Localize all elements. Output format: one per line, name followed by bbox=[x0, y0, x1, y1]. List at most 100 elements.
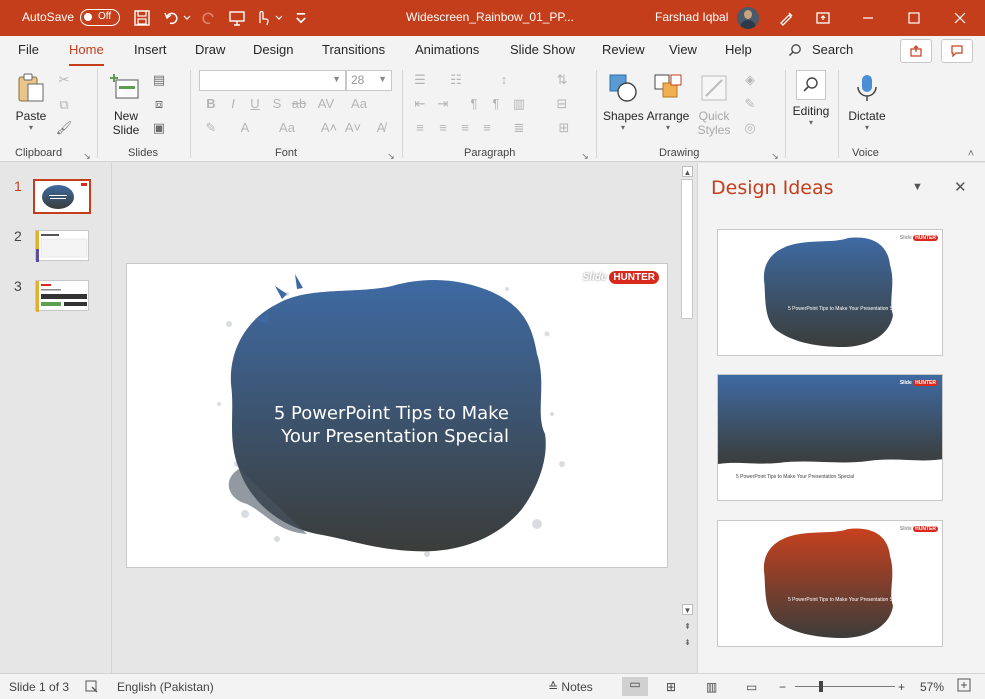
tab-draw[interactable]: Draw bbox=[195, 42, 225, 57]
shapes-button[interactable]: Shapes ▾ bbox=[603, 72, 644, 132]
rtl-icon[interactable]: ¶ bbox=[465, 96, 483, 112]
undo-icon[interactable] bbox=[162, 8, 182, 28]
save-icon[interactable] bbox=[132, 8, 152, 28]
next-slide-icon[interactable]: ⇟ bbox=[682, 637, 693, 648]
pane-options-icon[interactable]: ▼ bbox=[912, 181, 923, 193]
font-size-dropdown[interactable]: 28 ▼ bbox=[346, 70, 392, 91]
language-indicator[interactable]: English (Pakistan) bbox=[117, 680, 214, 694]
align-text-icon[interactable]: ⊟ bbox=[553, 96, 571, 112]
tab-home[interactable]: Home bbox=[69, 42, 104, 67]
decrease-font-icon[interactable]: A˅ bbox=[344, 120, 362, 136]
editing-button[interactable]: Editing ▾ bbox=[790, 70, 832, 127]
notes-button[interactable]: ≙ Notes bbox=[548, 680, 593, 694]
ltr-icon[interactable]: ¶ bbox=[487, 96, 505, 112]
zoom-in-icon[interactable]: + bbox=[898, 680, 905, 694]
touch-mode-icon[interactable] bbox=[252, 8, 272, 28]
increase-indent-icon[interactable]: ⇥ bbox=[434, 96, 452, 112]
shape-outline-icon[interactable]: ✎ bbox=[741, 96, 759, 112]
previous-slide-icon[interactable]: ⇞ bbox=[682, 621, 693, 632]
section-icon[interactable]: ▣ bbox=[150, 120, 168, 136]
zoom-out-icon[interactable]: − bbox=[779, 680, 786, 694]
tab-design[interactable]: Design bbox=[253, 42, 293, 57]
touch-dropdown-icon[interactable] bbox=[274, 8, 284, 28]
slide-scrollbar[interactable]: ▲ ▼ ⇞ ⇟ bbox=[679, 163, 696, 673]
arrange-button[interactable]: Arrange ▾ bbox=[646, 72, 690, 132]
change-case-icon[interactable]: Aa bbox=[274, 120, 300, 136]
new-slide-button[interactable]: New Slide bbox=[106, 72, 146, 137]
share-button[interactable] bbox=[900, 39, 932, 63]
strikethrough-icon[interactable]: ab bbox=[290, 96, 308, 112]
design-idea-1[interactable]: 5 PowerPoint Tips to Make Your Presentat… bbox=[717, 229, 943, 356]
align-left-icon[interactable]: ≡ bbox=[411, 120, 429, 136]
tab-slide-show[interactable]: Slide Show bbox=[510, 42, 575, 57]
close-pane-icon[interactable]: ✕ bbox=[954, 178, 967, 196]
align-right-icon[interactable]: ≡ bbox=[456, 120, 474, 136]
font-name-dropdown[interactable]: ▼ bbox=[199, 70, 346, 91]
clear-format-icon[interactable]: A̸ bbox=[372, 120, 390, 136]
decrease-indent-icon[interactable]: ⇤ bbox=[411, 96, 429, 112]
design-idea-2[interactable]: 5 PowerPoint Tips to Make Your Presentat… bbox=[717, 374, 943, 501]
shape-fill-icon[interactable]: ◈ bbox=[741, 72, 759, 88]
zoom-slider-handle[interactable] bbox=[819, 681, 823, 692]
line-spacing-icon[interactable]: ↕ bbox=[495, 72, 513, 88]
slide-thumbnail-3[interactable] bbox=[35, 280, 89, 312]
close-icon[interactable] bbox=[950, 8, 970, 28]
maximize-icon[interactable] bbox=[904, 8, 924, 28]
normal-view-icon[interactable]: ▭ bbox=[622, 677, 648, 696]
tab-view[interactable]: View bbox=[669, 42, 697, 57]
ribbon-display-icon[interactable] bbox=[813, 8, 833, 28]
drawing-launcher-icon[interactable]: ↘ bbox=[770, 148, 780, 164]
reading-view-icon[interactable]: ▥ bbox=[706, 680, 717, 694]
shape-effects-icon[interactable]: ◎ bbox=[741, 120, 759, 136]
tab-transitions[interactable]: Transitions bbox=[322, 42, 385, 57]
tab-review[interactable]: Review bbox=[602, 42, 645, 57]
copy-icon[interactable]: ⧉ bbox=[55, 97, 73, 113]
format-painter-icon[interactable]: 🖌 bbox=[55, 120, 73, 136]
slide-thumbnail-2[interactable] bbox=[35, 230, 89, 262]
zoom-slider[interactable] bbox=[795, 686, 895, 687]
bold-icon[interactable]: B bbox=[202, 96, 220, 112]
accessibility-icon[interactable] bbox=[85, 679, 99, 696]
tab-animations[interactable]: Animations bbox=[415, 42, 479, 57]
slide-title[interactable]: 5 PowerPoint Tips to Make Your Presentat… bbox=[257, 402, 509, 448]
tab-file[interactable]: File bbox=[18, 42, 39, 57]
slide-sorter-icon[interactable]: ⊞ bbox=[666, 680, 676, 694]
slide-thumbnail-1[interactable] bbox=[33, 179, 91, 214]
bullets-icon[interactable]: ☰ bbox=[411, 72, 429, 88]
columns-icon[interactable]: ▥ bbox=[510, 96, 528, 112]
minimize-icon[interactable] bbox=[858, 8, 878, 28]
smartart-icon[interactable]: ⊞ bbox=[555, 120, 573, 136]
change-case-icon[interactable]: Aa bbox=[347, 96, 371, 112]
clipboard-launcher-icon[interactable]: ↘ bbox=[82, 148, 92, 164]
tab-insert[interactable]: Insert bbox=[134, 42, 167, 57]
cut-icon[interactable]: ✂ bbox=[55, 72, 73, 88]
scroll-down-icon[interactable]: ▼ bbox=[682, 604, 693, 615]
slideshow-view-icon[interactable]: ▭ bbox=[746, 680, 757, 694]
user-name[interactable]: Farshad Iqbal bbox=[655, 10, 728, 24]
layout-icon[interactable]: ▤ bbox=[150, 72, 168, 88]
paragraph-launcher-icon[interactable]: ↘ bbox=[580, 148, 590, 164]
underline-icon[interactable]: U bbox=[246, 96, 264, 112]
customize-qat-icon[interactable] bbox=[294, 8, 308, 28]
highlight-icon[interactable]: ✎ bbox=[202, 120, 220, 136]
undo-dropdown-icon[interactable] bbox=[182, 8, 192, 28]
numbering-icon[interactable]: ☷ bbox=[447, 72, 465, 88]
text-direction-icon[interactable]: ⇅ bbox=[553, 72, 571, 88]
fit-to-window-icon[interactable] bbox=[957, 678, 971, 695]
justify-icon[interactable]: ≡ bbox=[478, 120, 496, 136]
current-slide[interactable]: 5 PowerPoint Tips to Make Your Presentat… bbox=[126, 263, 668, 568]
dictate-button[interactable]: Dictate ▾ bbox=[845, 72, 889, 132]
align-center-icon[interactable]: ≡ bbox=[434, 120, 452, 136]
distributed-icon[interactable]: ≣ bbox=[510, 120, 528, 136]
font-color-icon[interactable]: A bbox=[236, 120, 254, 136]
search-box[interactable]: Search bbox=[788, 42, 853, 57]
italic-icon[interactable]: I bbox=[224, 96, 242, 112]
reset-icon[interactable]: ⧈ bbox=[150, 96, 168, 112]
avatar[interactable] bbox=[737, 7, 759, 29]
present-icon[interactable] bbox=[227, 8, 247, 28]
zoom-level[interactable]: 57% bbox=[920, 680, 944, 694]
design-idea-3[interactable]: 5 PowerPoint Tips to Make Your Presentat… bbox=[717, 520, 943, 647]
increase-font-icon[interactable]: A˄ bbox=[320, 120, 338, 136]
comments-button[interactable] bbox=[941, 39, 973, 63]
char-spacing-icon[interactable]: AV bbox=[314, 96, 338, 112]
